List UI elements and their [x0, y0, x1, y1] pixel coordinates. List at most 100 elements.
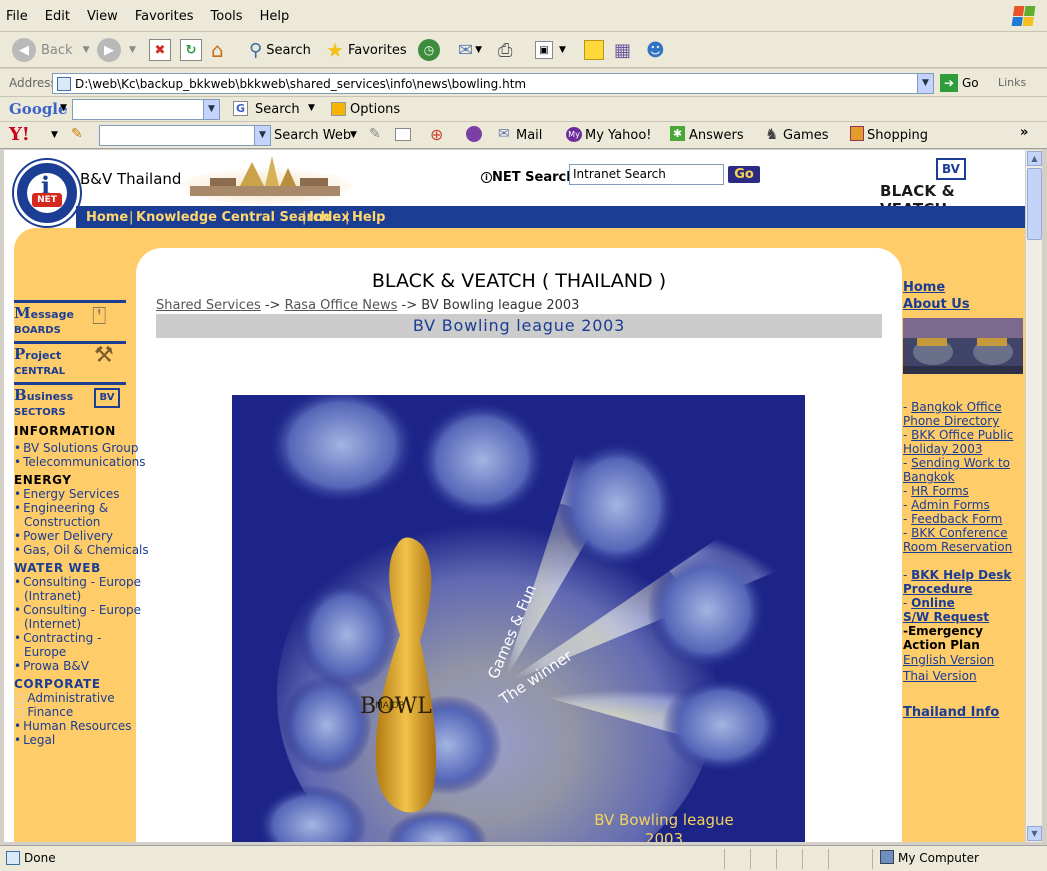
shopping-button[interactable]: Shopping [867, 128, 928, 143]
menu-edit[interactable]: Edit [45, 9, 70, 24]
right-bkk-conference-link[interactable]: - BKK Conference [903, 526, 1008, 540]
scroll-down-icon[interactable]: ▼ [1027, 826, 1042, 841]
favorites-button[interactable]: ★ Favorites [326, 32, 407, 68]
nav-prowa[interactable]: • Prowa B&V [14, 659, 89, 673]
right-feedback-form-link[interactable]: - Feedback Form [903, 512, 1002, 526]
intranet-go-button[interactable]: Go [728, 166, 760, 183]
vertical-scrollbar[interactable]: ▲ ▼ [1025, 150, 1042, 842]
message-boards-badge[interactable]: Message BOARDS ⍞ [14, 300, 126, 336]
menu-tools[interactable]: Tools [211, 9, 243, 24]
scroll-thumb[interactable] [1027, 168, 1042, 240]
right-bangkok-office-link[interactable]: - Bangkok Office [903, 400, 1002, 414]
right-about-link[interactable]: About Us [903, 297, 970, 312]
right-hr-forms-link[interactable]: - HR Forms [903, 484, 969, 498]
search-web-dropdown-icon[interactable]: ▼ [350, 130, 357, 140]
menu-help[interactable]: Help [260, 9, 290, 24]
nav-consulting-europe-internet-cont[interactable]: (Internet) [24, 617, 81, 631]
yahoo-mail-button[interactable]: Mail [516, 128, 542, 143]
nav-consulting-europe-internet[interactable]: • Consulting - Europe [14, 603, 141, 617]
menu-favorites[interactable]: Favorites [135, 9, 194, 24]
yahoo-logo-icon[interactable]: Y! [9, 124, 30, 145]
nav-human-resources[interactable]: • Human Resources [14, 719, 131, 733]
nav-contracting-europe-cont[interactable]: Europe [24, 645, 66, 659]
nav-knowledge-central-search[interactable]: Knowledge Central Search [136, 210, 330, 225]
nav-telecommunications[interactable]: • Telecommunications [14, 455, 146, 469]
popup-blocker-icon[interactable] [395, 128, 411, 141]
right-admin-forms-link[interactable]: - Admin Forms [903, 498, 990, 512]
yahoo-search-web-button[interactable]: Search Web [274, 128, 351, 143]
pencil-icon[interactable]: ✎ [71, 126, 83, 142]
breadcrumb-rasa-office-news[interactable]: Rasa Office News [285, 298, 398, 313]
right-english-version-link[interactable]: English Version [903, 653, 994, 667]
right-bangkok-link[interactable]: Bangkok [903, 470, 955, 484]
mail-icon[interactable]: ✉ [458, 40, 473, 61]
nav-finance[interactable]: □ Finance [14, 705, 73, 719]
back-button[interactable]: ◀ Back ▼ [12, 32, 89, 68]
section-water-web[interactable]: WATER WEB [14, 561, 101, 575]
google-search-dropdown-icon[interactable]: ▼ [203, 100, 219, 119]
nav-help[interactable]: Help [352, 210, 385, 225]
address-dropdown-icon[interactable]: ▼ [917, 74, 933, 93]
refresh-icon[interactable]: ↻ [180, 39, 202, 61]
nav-gas-oil-chemicals[interactable]: • Gas, Oil & Chemicals [14, 543, 149, 557]
right-online-link[interactable]: - Online [903, 596, 955, 610]
forward-dropdown-icon[interactable]: ▼ [129, 45, 136, 55]
mail-dropdown-icon[interactable]: ▼ [475, 45, 482, 55]
stop-icon[interactable]: ✖ [149, 39, 171, 61]
right-room-reservation-link[interactable]: Room Reservation [903, 540, 1012, 554]
print-icon[interactable]: ⎙ [498, 40, 512, 61]
menu-file[interactable]: File [6, 9, 28, 24]
business-sectors-badge[interactable]: Business SECTORS BV [14, 382, 126, 418]
toolbar-overflow-icon[interactable]: » [1020, 125, 1028, 140]
right-help-desk-link[interactable]: - BKK Help Desk [903, 568, 1011, 582]
nav-home[interactable]: Home [86, 210, 128, 225]
back-dropdown-icon[interactable]: ▼ [83, 45, 90, 55]
right-phone-directory-link[interactable]: Phone Directory [903, 414, 999, 428]
nav-administrative[interactable]: □ Administrative [14, 691, 115, 705]
edit-page-icon[interactable]: ▣ [535, 41, 553, 59]
breadcrumb-shared-services[interactable]: Shared Services [156, 298, 261, 313]
right-bkk-public-link[interactable]: - BKK Office Public [903, 428, 1013, 442]
scroll-up-icon[interactable]: ▲ [1027, 151, 1042, 166]
search-button[interactable]: ⚲ Search [249, 32, 311, 68]
address-input[interactable]: D:\web\Kc\backup_bkkweb\bkkweb\shared_se… [52, 73, 934, 94]
radio-icon[interactable] [466, 126, 482, 142]
home-icon[interactable]: ⌂ [211, 38, 224, 62]
history-icon[interactable]: ◷ [418, 39, 440, 61]
forward-button[interactable]: ▶ ▼ [97, 32, 136, 68]
project-central-badge[interactable]: Project CENTRAL ⚒ [14, 341, 126, 377]
nav-power-delivery[interactable]: • Power Delivery [14, 529, 113, 543]
section-corporate[interactable]: CORPORATE [14, 677, 101, 691]
nav-energy-services[interactable]: • Energy Services [14, 487, 120, 501]
games-button[interactable]: Games [783, 128, 828, 143]
right-sw-request-link[interactable]: S/W Request [903, 610, 989, 624]
google-search-dropdown-arrow-icon[interactable]: ▼ [308, 103, 315, 113]
nav-engineering-construction[interactable]: • Engineering & [14, 501, 108, 515]
yahoo-search-dropdown-icon[interactable]: ▼ [254, 126, 270, 145]
anti-spy-icon[interactable]: ⊕ [430, 125, 443, 144]
nav-consulting-europe-intranet[interactable]: • Consulting - Europe [14, 575, 141, 589]
links-label[interactable]: Links [998, 76, 1026, 89]
nav-bv-solutions[interactable]: • BV Solutions Group [14, 441, 138, 455]
google-options-button[interactable]: Options [350, 102, 400, 117]
edit-dropdown-icon[interactable]: ▼ [559, 45, 566, 55]
right-home-link[interactable]: Home [903, 280, 945, 295]
my-yahoo-button[interactable]: My Yahoo! [585, 128, 652, 143]
nav-consulting-europe-intranet-cont[interactable]: (Intranet) [24, 589, 81, 603]
right-sending-work-link[interactable]: - Sending Work to [903, 456, 1010, 470]
right-thai-version-link[interactable]: Thai Version [903, 669, 977, 683]
google-menu-dropdown-icon[interactable]: ▼ [60, 103, 67, 113]
nav-index[interactable]: Index [309, 210, 350, 225]
yahoo-menu-dropdown-icon[interactable]: ▼ [51, 130, 58, 140]
go-button[interactable]: ➔ Go [940, 74, 979, 92]
messenger-icon[interactable]: ☻ [646, 40, 665, 61]
highlight-icon[interactable]: ✎ [369, 126, 381, 142]
intranet-search-input[interactable]: Intranet Search [569, 164, 724, 185]
answers-button[interactable]: Answers [689, 128, 744, 143]
google-search-input[interactable]: ▼ [72, 99, 220, 120]
inet-logo[interactable]: i NET [14, 160, 80, 226]
menu-view[interactable]: View [87, 9, 118, 24]
nav-legal[interactable]: • Legal [14, 733, 55, 747]
nav-contracting-europe[interactable]: • Contracting - [14, 631, 101, 645]
research-icon[interactable]: ▦ [614, 40, 631, 61]
